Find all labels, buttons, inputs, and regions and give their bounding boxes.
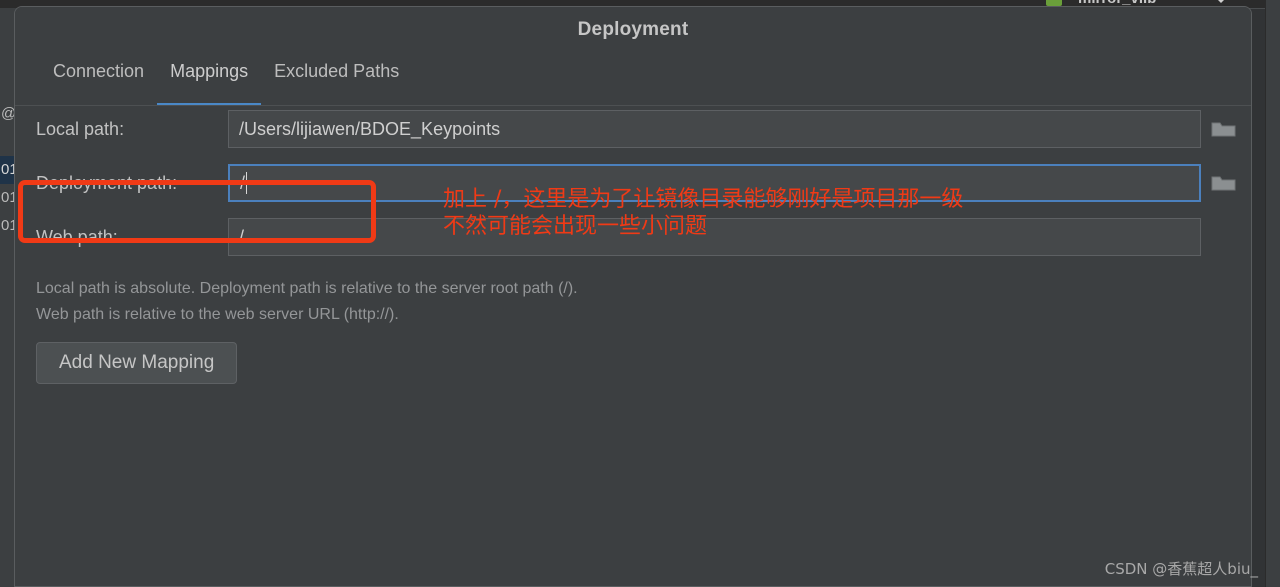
- chevron-down-icon[interactable]: [1212, 0, 1230, 3]
- local-path-row: Local path: /Users/lijiawen/BDOE_Keypoin…: [36, 106, 1239, 152]
- tab-mappings[interactable]: Mappings: [157, 53, 262, 106]
- folder-icon-placeholder: [1209, 225, 1239, 249]
- folder-icon[interactable]: [1209, 171, 1239, 195]
- mappings-panel: Local path: /Users/lijiawen/BDOE_Keypoin…: [15, 106, 1251, 384]
- deployment-path-label: Deployment path:: [36, 172, 178, 193]
- local-path-value: /Users/lijiawen/BDOE_Keypoints: [239, 118, 501, 139]
- dialog-titlebar: Deployment: [15, 7, 1251, 53]
- web-path-row: Web path: /: [36, 214, 1239, 260]
- screenshot-root: @1 01 01 01 mirror_vlib Deployment Conne…: [0, 0, 1280, 587]
- dialog-title: Deployment: [577, 19, 689, 40]
- deployment-path-input[interactable]: /: [228, 164, 1201, 202]
- tab-bar: Connection Mappings Excluded Paths: [15, 53, 1251, 106]
- web-path-value: /: [239, 226, 245, 247]
- deployment-path-value: /: [240, 172, 246, 193]
- watermark: CSDN @香蕉超人biu_: [1104, 560, 1258, 578]
- local-path-label: Local path:: [36, 118, 125, 139]
- add-new-mapping-button[interactable]: Add New Mapping: [36, 342, 238, 384]
- background-right-edge: [1265, 0, 1280, 587]
- tab-connection[interactable]: Connection: [40, 53, 157, 106]
- deployment-dialog: Deployment Connection Mappings Excluded …: [14, 6, 1252, 587]
- web-path-input[interactable]: /: [228, 218, 1201, 256]
- deployment-path-row: Deployment path: /: [36, 160, 1239, 206]
- local-path-input[interactable]: /Users/lijiawen/BDOE_Keypoints: [228, 110, 1201, 148]
- web-path-label: Web path:: [36, 226, 118, 247]
- folder-icon[interactable]: [1209, 117, 1239, 141]
- tab-excluded-paths[interactable]: Excluded Paths: [261, 53, 412, 106]
- text-cursor: [246, 172, 248, 194]
- hint-line-2: Web path is relative to the web server U…: [36, 306, 399, 323]
- hint-line-1: Local path is absolute. Deployment path …: [36, 280, 578, 297]
